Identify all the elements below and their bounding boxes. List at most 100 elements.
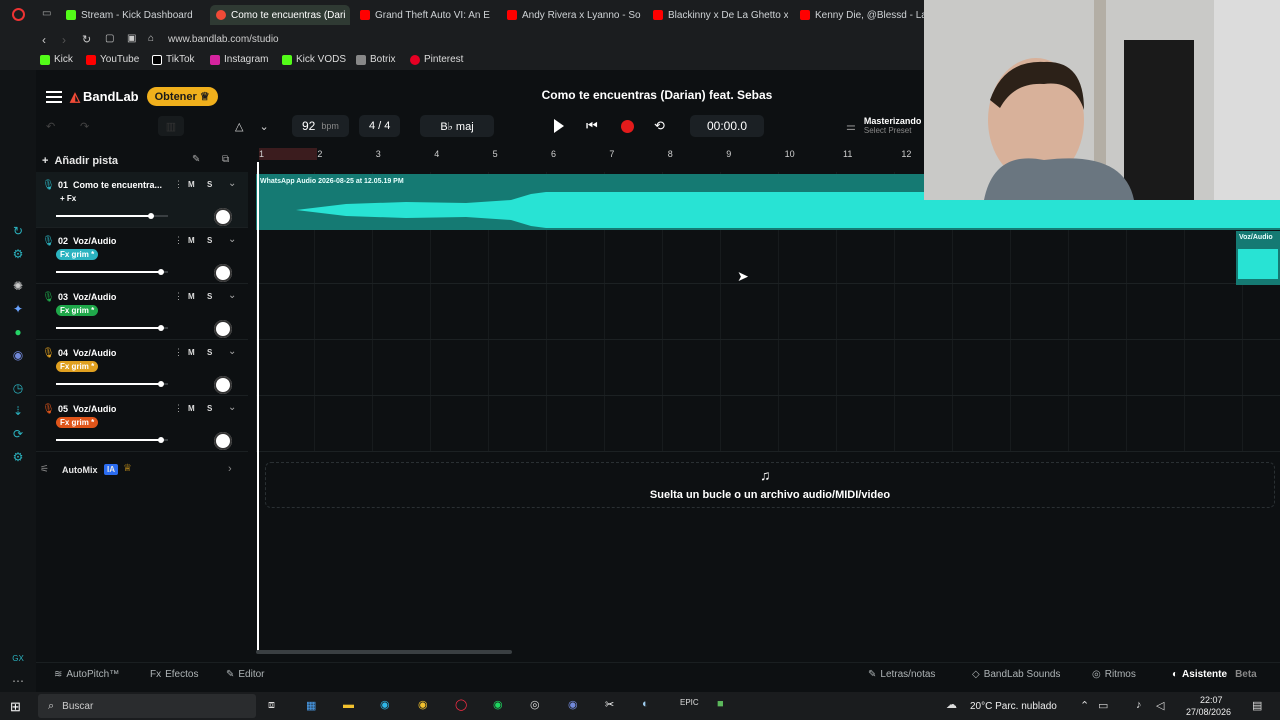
pan-knob[interactable] [214, 208, 232, 226]
bookmark-pinterest[interactable]: Pinterest [410, 54, 463, 65]
edge-icon[interactable]: ◉ [380, 698, 390, 711]
download-icon[interactable]: ⇣ [11, 404, 25, 418]
volume-slider[interactable] [56, 437, 168, 443]
capcut-icon[interactable]: ✂ [605, 698, 614, 711]
zoom-tool-icon[interactable]: ⧉ [222, 154, 229, 165]
chevron-down-icon[interactable]: ⌄ [228, 346, 236, 357]
efectos-button[interactable]: Fx Efectos [150, 669, 198, 680]
track-04[interactable]: 🎙 04 Voz/Audio Fx grim * ⋮ M S ⌄ [36, 340, 248, 396]
tray-chevron-icon[interactable]: ⌃ [1080, 699, 1089, 712]
bookmark-tiktok[interactable]: TikTok [152, 54, 195, 65]
tab-kick-dashboard[interactable]: Stream - Kick Dashboard [66, 5, 206, 25]
audio-clip-voz[interactable]: Voz/Audio [1236, 231, 1280, 285]
taskbar-search[interactable]: ⌕ Buscar [38, 694, 256, 718]
forward-icon[interactable]: › [62, 33, 66, 47]
mute-button[interactable]: M [188, 292, 195, 301]
chevron-down-icon[interactable]: ⌄ [228, 290, 236, 301]
history-icon[interactable]: ↻ [11, 224, 25, 238]
tab-bandlab-studio[interactable]: Como te encuentras (Dari [210, 5, 350, 25]
bandlab-logo[interactable]: ◭ BandLab [70, 89, 139, 105]
track-name[interactable]: 04 Voz/Audio [58, 348, 116, 358]
task-view-icon[interactable]: ⧈ [268, 699, 275, 712]
track-menu-icon[interactable]: ⋮ [174, 179, 183, 190]
volume-slider[interactable] [56, 381, 168, 387]
solo-button[interactable]: S [207, 236, 212, 245]
letras-button[interactable]: ✎ Letras/notas [868, 669, 935, 680]
bookmark-kick-vods[interactable]: Kick VODS [282, 54, 346, 65]
automix-row[interactable]: ⚟ AutoMix IA ♕ › [36, 462, 248, 480]
tab-youtube-gta[interactable]: Grand Theft Auto VI: An E [360, 5, 495, 25]
pan-knob[interactable] [214, 264, 232, 282]
pan-knob[interactable] [214, 320, 232, 338]
track-menu-icon[interactable]: ⋮ [174, 403, 183, 414]
add-track-button[interactable]: + Añadir pista [42, 152, 138, 170]
bookmark-kick[interactable]: Kick [40, 54, 73, 65]
solo-button[interactable]: S [207, 292, 212, 301]
track-name[interactable]: 02 Voz/Audio [58, 236, 116, 246]
pan-knob[interactable] [214, 432, 232, 450]
volume-thumb[interactable] [158, 437, 165, 443]
weather-text[interactable]: 20°C Parc. nublado [970, 701, 1057, 712]
loop-region[interactable] [259, 148, 317, 160]
volume-thumb[interactable] [158, 269, 165, 275]
volume-slider[interactable] [56, 269, 168, 275]
ritmos-button[interactable]: ◎ Ritmos [1092, 669, 1136, 680]
volume-slider[interactable] [56, 213, 168, 219]
bookmark-botrix[interactable]: Botrix [356, 54, 396, 65]
redo-button[interactable]: ↷ [80, 116, 110, 136]
notifications-icon[interactable]: ▤ [1252, 699, 1262, 712]
autopitch-button[interactable]: ≋ AutoPitch™ [54, 669, 119, 680]
playhead[interactable] [257, 162, 259, 652]
sync-icon[interactable]: ⟳ [11, 427, 25, 441]
store-icon[interactable]: ▦ [306, 699, 316, 712]
metronome-button[interactable]: △ ⌄ [235, 116, 269, 136]
solo-button[interactable]: S [207, 180, 212, 189]
opera-icon[interactable] [12, 8, 25, 21]
wallet-icon[interactable]: ▣ [127, 33, 136, 44]
chatgpt-icon[interactable]: ✺ [11, 279, 25, 293]
discord-icon[interactable]: ◉ [11, 348, 25, 362]
gemini-icon[interactable]: ✦ [11, 302, 25, 316]
lane-03[interactable] [256, 284, 1280, 340]
play-button[interactable] [554, 116, 564, 136]
tool-pencil-icon[interactable]: ✎ [192, 154, 200, 165]
editor-button[interactable]: ✎ Editor [226, 669, 265, 680]
track-fx-badge[interactable]: Fx grim * [56, 305, 99, 316]
record-button[interactable] [621, 116, 634, 136]
url-field[interactable]: www.bandlab.com/studio [168, 34, 279, 45]
aria-icon[interactable]: ⚙ [11, 247, 25, 261]
mastering-button[interactable]: ⚌ Masterizando Select Preset [846, 114, 921, 138]
track-fx-badge[interactable]: Fx grim * [56, 361, 99, 372]
mute-button[interactable]: M [188, 180, 195, 189]
skip-back-button[interactable]: ⏮ [586, 116, 598, 136]
hamburger-menu-icon[interactable] [46, 90, 62, 103]
gx-icon[interactable]: GX [11, 652, 25, 666]
track-menu-icon[interactable]: ⋮ [174, 291, 183, 302]
clock-time[interactable]: 22:07 [1200, 695, 1223, 705]
volume-icon[interactable]: ◁ [1156, 699, 1164, 712]
undo-button[interactable]: ↶ [46, 116, 76, 136]
chrome-icon[interactable]: ◉ [418, 698, 428, 711]
time-signature-field[interactable]: 4 / 4 [359, 115, 401, 137]
project-title[interactable]: Como te encuentras (Darian) feat. Sebas [420, 88, 894, 102]
track-fx-badge[interactable]: Fx grim * [56, 417, 99, 428]
lane-02[interactable] [256, 228, 1280, 284]
back-icon[interactable]: ‹ [42, 33, 46, 47]
horizontal-scrollbar[interactable] [256, 650, 512, 654]
tab-menu-icon[interactable]: ▭ [42, 8, 51, 19]
volume-thumb[interactable] [158, 381, 165, 387]
lane-04[interactable] [256, 340, 1280, 396]
drop-zone[interactable]: ♫ Suelta un bucle o un archivo audio/MID… [265, 462, 1275, 508]
chevron-down-icon[interactable]: ⌄ [228, 234, 236, 245]
track-05[interactable]: 🎙 05 Voz/Audio Fx grim * ⋮ M S ⌄ [36, 396, 248, 452]
opera-gx-icon[interactable]: ◯ [455, 698, 467, 711]
track-01[interactable]: 🎙 01 Como te encuentra... + Fx ⋮ M S ⌄ [36, 172, 248, 228]
chevron-down-icon[interactable]: ⌄ [228, 402, 236, 413]
reload-icon[interactable]: ↻ [82, 33, 91, 46]
clock-icon[interactable]: ◷ [11, 381, 25, 395]
clock-date[interactable]: 27/08/2026 [1186, 707, 1231, 717]
epic-icon[interactable]: EPIC [680, 698, 699, 707]
bandlab-sounds-button[interactable]: ◇ BandLab Sounds [972, 669, 1060, 680]
tab-youtube-blackinny[interactable]: Blackinny x De La Ghetto x [653, 5, 788, 25]
mic-tray-icon[interactable]: ♪ [1136, 699, 1142, 711]
